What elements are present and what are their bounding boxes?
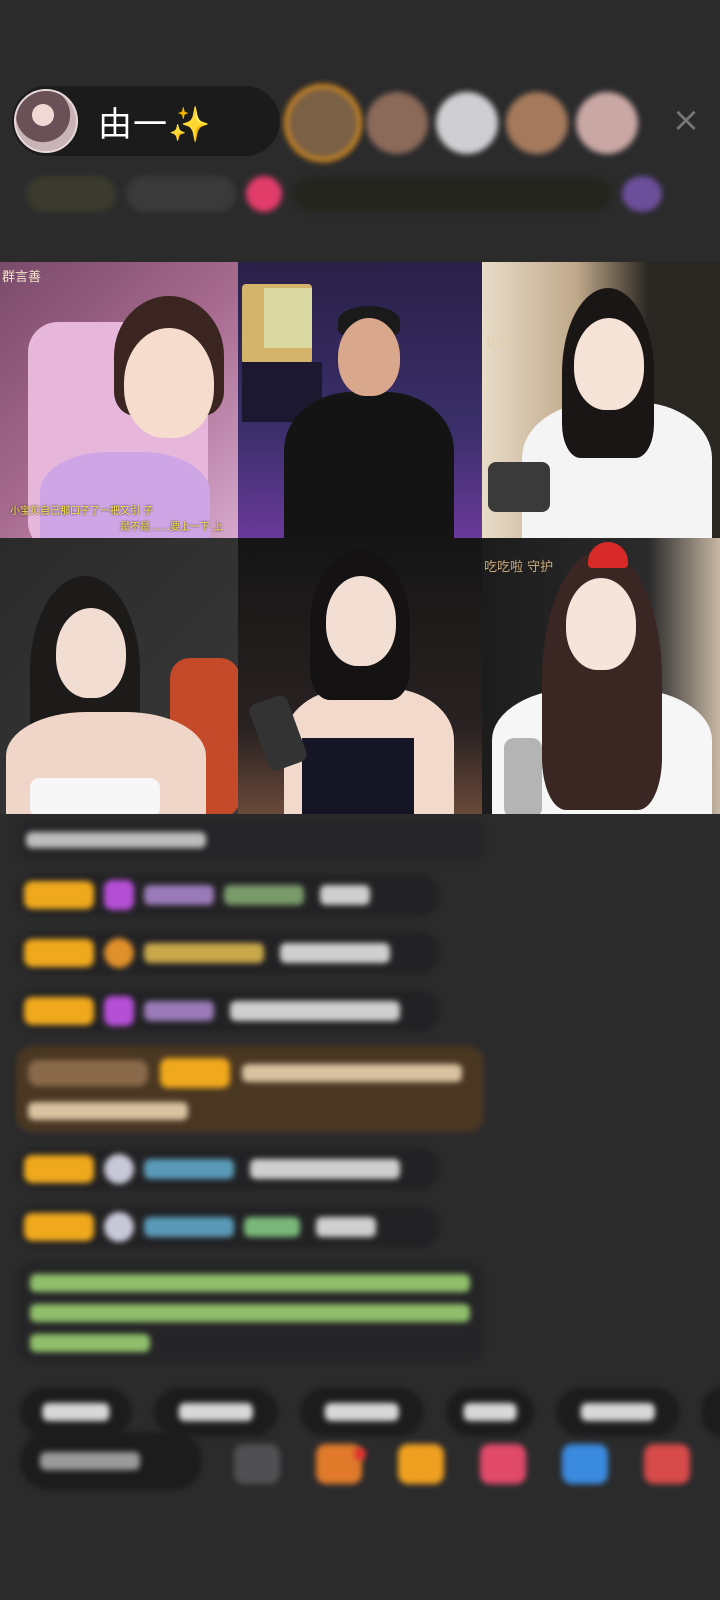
rank-tag[interactable] [26, 176, 116, 212]
video-cell-host-3[interactable]: 艾爱 [482, 262, 720, 538]
video-cell-host-4[interactable] [0, 538, 238, 814]
top-viewers-list [288, 86, 638, 160]
video-cell-host-6[interactable]: 吃吃啦 守护 [482, 538, 720, 814]
message-text [320, 885, 370, 905]
host-avatar[interactable] [14, 89, 78, 153]
person-face [56, 608, 126, 698]
microphone [488, 462, 550, 512]
fan-badge-icon [104, 1212, 134, 1242]
user-name[interactable] [144, 943, 264, 963]
quick-reply-chip[interactable] [20, 1388, 132, 1436]
multi-host-video-grid: 群言善 小宝贝自己那口子了一把又引 子 是不是……要上一下 上 艾爱 吃吃啦 守… [0, 262, 720, 814]
level-badge [24, 997, 94, 1025]
level-badge [24, 1213, 94, 1241]
microphone [504, 738, 542, 814]
activity-tag[interactable] [292, 176, 612, 212]
diamond-icon [104, 996, 134, 1026]
close-icon[interactable]: × [664, 98, 708, 142]
quick-reply-chip[interactable] [154, 1388, 278, 1436]
person-body [284, 392, 454, 538]
person-face [574, 318, 644, 410]
quick-reply-chip[interactable] [556, 1388, 680, 1436]
outfit [30, 778, 160, 814]
screen-card [264, 288, 312, 348]
chat-message[interactable] [16, 874, 440, 916]
emoji-icon[interactable] [234, 1444, 280, 1484]
level-badge [24, 1155, 94, 1183]
subtitle-line: 是不是……要上一下 上 [120, 522, 224, 533]
viewer-avatar[interactable] [288, 88, 358, 158]
message-text [230, 1001, 400, 1021]
level-badge [24, 939, 94, 967]
announcement-message [16, 1262, 484, 1362]
diamond-icon [104, 880, 134, 910]
message-text [280, 943, 390, 963]
cell-tag: 吃吃啦 守护 [484, 560, 554, 575]
host-name: 由一✨ [98, 104, 212, 145]
video-cell-host-5[interactable] [238, 538, 482, 814]
heart-gift-icon[interactable] [480, 1444, 526, 1484]
viewer-avatar[interactable] [506, 92, 568, 154]
chat-message[interactable] [16, 1206, 440, 1248]
cell-tag: 艾爱 [484, 336, 511, 351]
lucky-gift-icon[interactable] [398, 1444, 444, 1484]
user-name[interactable] [244, 1217, 300, 1237]
rank-tag[interactable] [126, 176, 236, 212]
cell-tag: 群言善 [2, 270, 42, 285]
quick-reply-chip[interactable] [702, 1388, 720, 1436]
more-icon[interactable] [644, 1444, 690, 1484]
activity-icon[interactable] [622, 176, 662, 212]
viewer-avatar[interactable] [366, 92, 428, 154]
chat-message[interactable] [16, 932, 440, 974]
gift-icon[interactable] [246, 176, 282, 212]
quick-reply-chip[interactable] [446, 1388, 534, 1436]
person-face [124, 328, 214, 438]
rank-tags-bar [26, 172, 672, 216]
viewer-avatar[interactable] [576, 92, 638, 154]
subtitle-line: 小宝贝自己那口子了一把又引 子 [10, 506, 154, 517]
gift-message[interactable] [16, 1046, 484, 1132]
person-face [338, 318, 400, 396]
person-face [566, 578, 636, 670]
level-badge [24, 881, 94, 909]
message-text [250, 1159, 400, 1179]
user-name[interactable] [144, 1001, 214, 1021]
outfit [302, 738, 414, 814]
chat-input[interactable] [20, 1432, 202, 1490]
chat-message[interactable] [16, 1148, 440, 1190]
user-name[interactable] [144, 885, 214, 905]
video-cell-host-1[interactable]: 群言善 小宝贝自己那口子了一把又引 子 是不是……要上一下 上 [0, 262, 238, 538]
notification-dot [354, 1448, 366, 1460]
fan-badge-icon [104, 938, 134, 968]
viewer-avatar[interactable] [436, 92, 498, 154]
host-info-pill[interactable]: 由一✨ [12, 86, 280, 156]
user-name[interactable] [224, 885, 304, 905]
santa-hat-icon [588, 542, 628, 568]
person-face [326, 576, 396, 666]
user-name[interactable] [144, 1159, 234, 1179]
fan-badge-icon [104, 1154, 134, 1184]
message-text [316, 1217, 376, 1237]
chat-message[interactable] [16, 990, 440, 1032]
video-cell-host-2[interactable] [238, 262, 482, 538]
user-name[interactable] [144, 1217, 234, 1237]
share-icon[interactable] [562, 1444, 608, 1484]
quick-reply-chip[interactable] [300, 1388, 424, 1436]
system-notice [16, 820, 486, 860]
